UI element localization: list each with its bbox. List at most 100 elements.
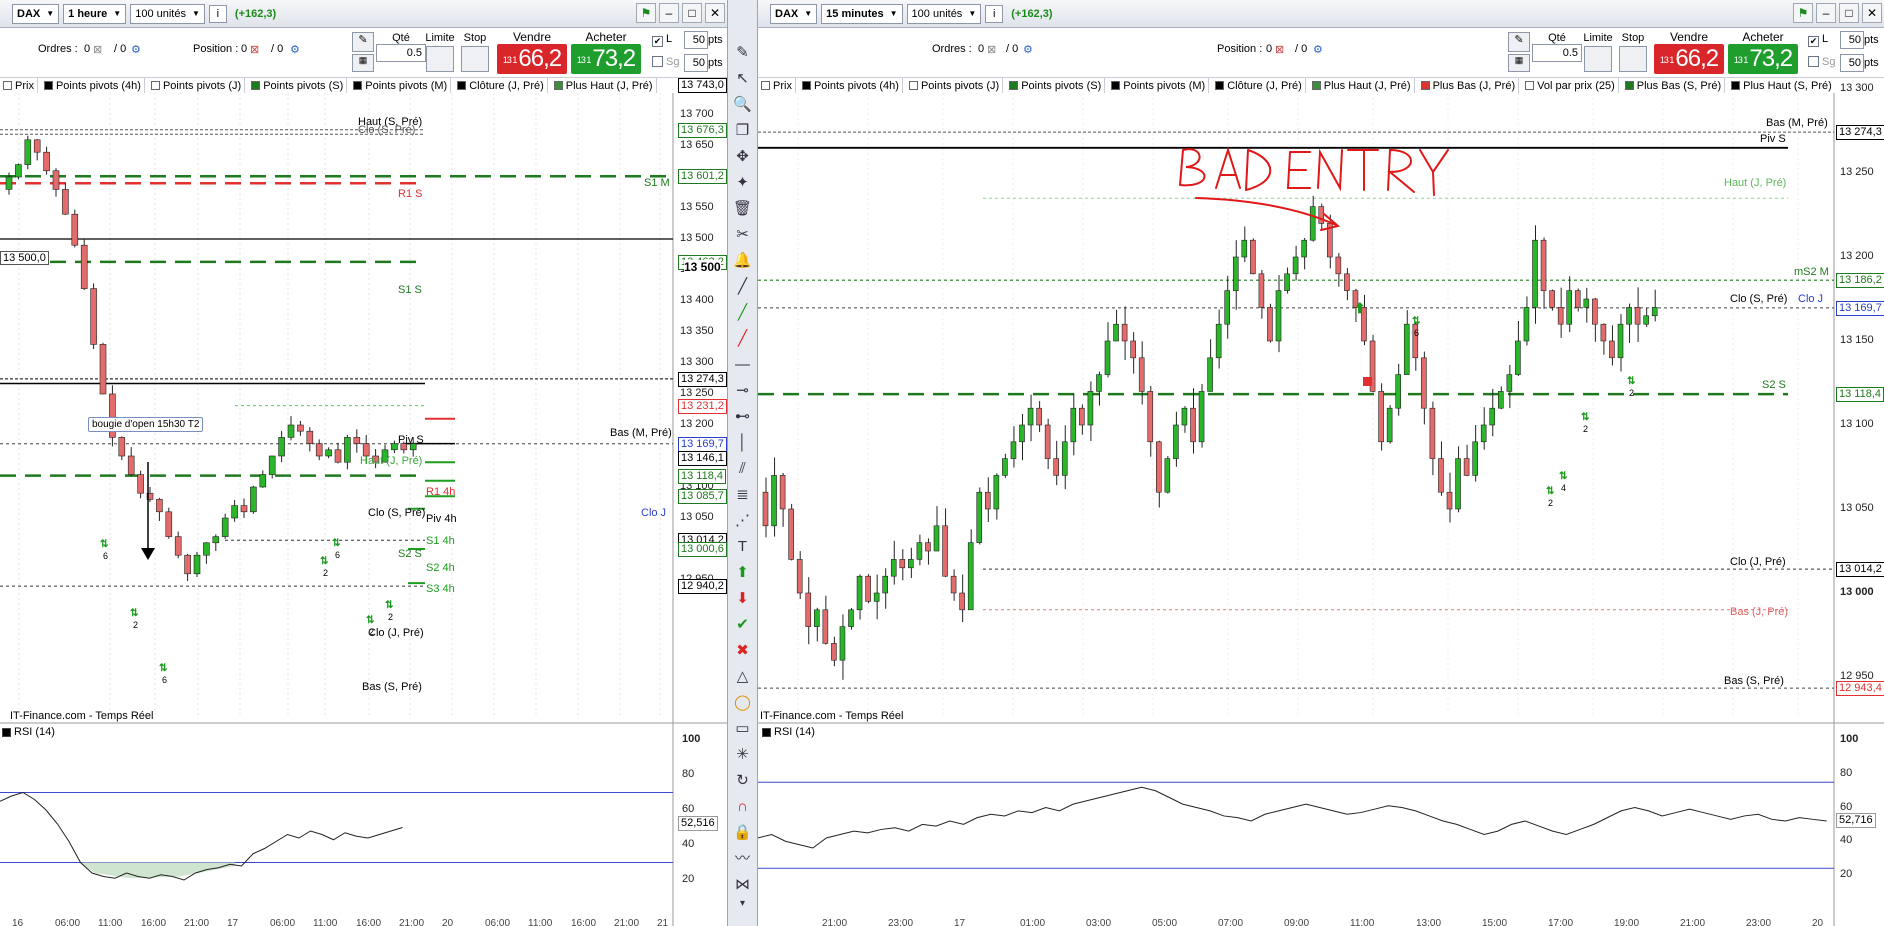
y-axis-tick: 13 250 [680, 387, 714, 399]
trash-icon[interactable]: 🗑 [729, 196, 756, 221]
rsi-legend[interactable]: RSI (14) [2, 726, 55, 738]
gann-icon[interactable]: ⋰ [729, 508, 756, 533]
candle-down [118, 437, 126, 457]
red-line-icon[interactable]: ╱ [729, 326, 756, 351]
price-level-box: 13 169,7 [1836, 300, 1884, 316]
price-level-box: 13 085,7 [678, 488, 727, 504]
chart-label-s2_4h: S2 4h [426, 562, 455, 574]
rectangle-icon[interactable]: ▭ [729, 716, 756, 741]
chart-label-clo_s: Clo (S, Pré) [358, 124, 416, 136]
candle-up [250, 486, 257, 513]
candle-up [1532, 239, 1538, 308]
candle-up [1515, 340, 1521, 375]
segment-icon[interactable]: ⊷ [729, 404, 756, 429]
channel-icon[interactable]: ⫽ [729, 456, 756, 481]
magic-wand-icon[interactable]: ✦ [729, 170, 756, 195]
green-line-icon[interactable]: ╱ [729, 300, 756, 325]
candle-up [1224, 290, 1231, 325]
time-tick: 23:00 [1746, 918, 1772, 926]
buy-arrow-icon[interactable]: ⬆ [729, 560, 756, 585]
y-axis-tick: 13 000 [1840, 586, 1874, 598]
source-label: IT-Finance.com - Temps Réel [760, 710, 904, 722]
time-tick: 19:00 [1614, 918, 1640, 926]
price-chart-15m[interactable] [758, 0, 1884, 926]
rsi-tick: 100 [1840, 733, 1859, 745]
bell-icon[interactable]: 🔔 [729, 248, 756, 273]
y-axis-tick: 13 700 [680, 108, 714, 120]
chart-label-bas_m: Bas (M, Pré) [1766, 117, 1828, 129]
zoom-icon[interactable]: 🔍 [729, 92, 756, 117]
check-icon[interactable]: ✔ [729, 612, 756, 637]
y-axis-tick: 13 650 [680, 139, 714, 151]
candle-down [99, 344, 107, 395]
rsi-tick: 100 [682, 733, 701, 745]
ray-icon[interactable]: ⊸ [729, 378, 756, 403]
y-axis-tick: 13 150 [1840, 334, 1874, 346]
cursor-icon[interactable]: ↖ [729, 66, 756, 91]
pattern-icon[interactable]: ⋈ [729, 872, 756, 897]
price-level-box: 13 146,1 [678, 451, 727, 467]
lock-icon[interactable]: 🔒 [729, 820, 756, 845]
candle-up [1061, 441, 1068, 476]
indicator-icon[interactable]: 〰 [729, 846, 756, 871]
fibonacci-icon[interactable]: ≣ [729, 482, 756, 507]
time-tick: 11:00 [313, 918, 338, 926]
price-level-box: 13 274,3 [678, 371, 727, 387]
scroll-down-icon[interactable]: ▾ [729, 898, 756, 910]
candle-up [1506, 374, 1513, 392]
time-tick: 21:00 [822, 918, 848, 926]
candle-down [1609, 340, 1615, 359]
rsi-label: RSI (14) [774, 726, 815, 738]
rsi-tick: 40 [1840, 834, 1853, 847]
candle-up [848, 609, 854, 627]
magnet-icon[interactable]: ∩ [729, 794, 756, 819]
candle-up [813, 609, 820, 627]
pencil-icon[interactable]: ✎ [729, 40, 756, 65]
candle-down [165, 511, 173, 537]
move-icon[interactable]: ✥ [729, 144, 756, 169]
chart-label-ms2m: mS2 M [1794, 266, 1829, 278]
chart-label-s1m: S1 M [644, 177, 670, 189]
signal-count: 4 [1561, 483, 1567, 493]
buy-signal-icon: ⬆ [1354, 300, 1366, 316]
text-icon[interactable]: T [729, 534, 756, 559]
copy-icon[interactable]: ❐ [729, 118, 756, 143]
price-level-box: 13 186,2 [1836, 273, 1884, 289]
candle-down [1036, 407, 1042, 426]
triangle-icon[interactable]: △ [729, 664, 756, 689]
chart-window-1h: DAX ▼ 1 heure ▼ 100 unités ▼ i (+162,3) ⚑ –… [0, 0, 727, 926]
signal-count: 2 [369, 627, 375, 637]
signal-arrows-icon: ⇅ [1581, 412, 1590, 423]
rotate-icon[interactable]: ↻ [729, 768, 756, 793]
candle-down [1267, 307, 1273, 342]
candle-down [1540, 239, 1547, 291]
cross-icon[interactable]: ✖ [729, 638, 756, 663]
signal-arrows-icon: ⇅ [100, 539, 109, 550]
sell-arrow-icon[interactable]: ⬇ [729, 586, 756, 611]
candle-down [805, 592, 812, 627]
price-level-box: 13 169,7 [678, 436, 727, 452]
line-tool-icon[interactable]: ╱ [729, 274, 756, 299]
candle-up [1241, 239, 1248, 258]
rsi-legend[interactable]: RSI (14) [762, 726, 815, 738]
chart-label-bas_j: Bas (J, Pré) [1730, 606, 1789, 618]
price-level-box: 13 274,3 [1836, 125, 1884, 141]
scissors-icon[interactable]: ✂ [729, 222, 756, 247]
time-tick: 06:00 [270, 918, 296, 926]
vertical-line-icon[interactable]: │ [729, 430, 756, 455]
rsi-tick: 40 [682, 838, 695, 850]
candle-up [1113, 323, 1119, 342]
ellipse-icon[interactable]: ◯ [729, 690, 756, 715]
signal-count: 2 [1629, 388, 1635, 398]
candle-down [1318, 206, 1325, 224]
chart-label-bas_s: Bas (S, Pré) [362, 681, 422, 693]
time-tick: 13:00 [1416, 918, 1442, 926]
horizontal-line-icon[interactable]: — [729, 352, 756, 377]
star-icon[interactable]: ✳ [729, 742, 756, 767]
rsi-tick: 60 [682, 803, 695, 815]
candle-down [1557, 307, 1564, 325]
candle-down [959, 592, 965, 611]
time-tick: 20 [1812, 918, 1824, 926]
candle-up [882, 575, 888, 594]
time-tick: 01:00 [1020, 918, 1046, 926]
